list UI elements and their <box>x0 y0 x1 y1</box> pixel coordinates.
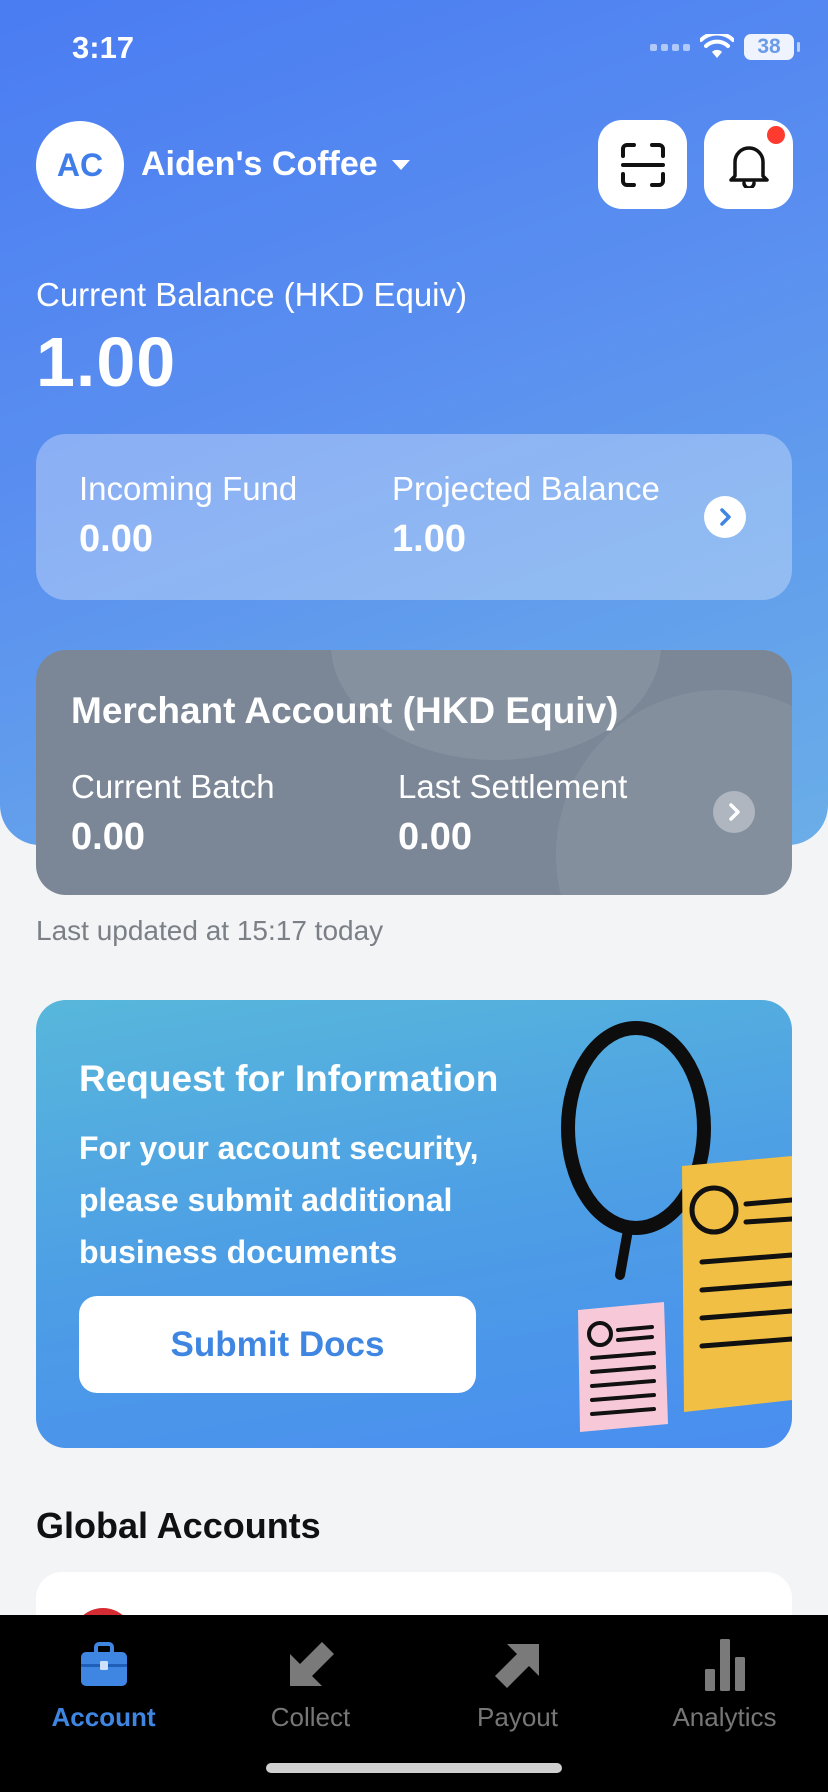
current-batch: Current Batch 0.00 <box>71 768 275 859</box>
last-settlement: Last Settlement 0.00 <box>398 768 627 859</box>
balance-value: 1.00 <box>36 323 177 401</box>
incoming-fund-value: 0.00 <box>79 518 153 560</box>
documents-magnifier-illustration <box>561 1021 792 1432</box>
merchant-account-title: Merchant Account (HKD Equiv) <box>71 690 619 731</box>
home-indicator <box>266 1763 562 1773</box>
chevron-right-icon <box>729 803 740 821</box>
tab-payout-label: Payout <box>477 1702 558 1732</box>
tab-payout[interactable]: Payout <box>414 1635 621 1733</box>
projected-balance-label: Projected Balance <box>392 470 660 507</box>
bell-icon <box>728 145 769 188</box>
scan-button[interactable] <box>598 120 687 209</box>
arrow-down-left-icon <box>289 1642 334 1686</box>
balance-label: Current Balance (HKD Equiv) <box>36 276 467 313</box>
fund-details-chevron[interactable] <box>704 496 746 538</box>
current-batch-label: Current Batch <box>71 768 275 805</box>
request-info-title: Request for Information <box>79 1058 499 1099</box>
incoming-fund: Incoming Fund 0.00 <box>79 470 297 561</box>
tab-analytics-label: Analytics <box>672 1702 777 1732</box>
chevron-right-icon <box>720 508 731 526</box>
submit-docs-button[interactable]: Submit Docs <box>79 1296 476 1393</box>
last-settlement-label: Last Settlement <box>398 768 628 805</box>
global-accounts-title: Global Accounts <box>36 1505 321 1546</box>
incoming-fund-label: Incoming Fund <box>79 470 298 507</box>
merchant-switcher[interactable]: Aiden's Coffee <box>141 145 410 184</box>
merchant-account-card[interactable]: Merchant Account (HKD Equiv) Current Bat… <box>36 650 792 895</box>
fund-summary-card[interactable]: Incoming Fund 0.00 Projected Balance 1.0… <box>36 434 792 600</box>
briefcase-icon <box>80 1642 127 1686</box>
request-info-body: For your account security, please submit… <box>79 1130 479 1270</box>
status-indicators: 38 <box>650 34 800 60</box>
merchant-account-chevron[interactable] <box>713 791 755 833</box>
battery-icon: 38 <box>744 34 800 60</box>
tab-collect-label: Collect <box>270 1702 351 1732</box>
scan-icon <box>620 142 665 187</box>
notifications-button[interactable] <box>704 120 793 209</box>
last-settlement-value: 0.00 <box>398 816 472 858</box>
tab-analytics[interactable]: Analytics <box>621 1635 828 1733</box>
current-batch-value: 0.00 <box>71 816 145 858</box>
wifi-icon <box>700 34 734 58</box>
projected-balance: Projected Balance 1.00 <box>392 470 660 561</box>
last-updated-text: Last updated at 15:17 today <box>36 915 384 946</box>
status-time: 3:17 <box>72 30 135 65</box>
bar-chart-icon <box>704 1639 745 1691</box>
caret-down-icon <box>391 159 410 170</box>
request-info-card: Request for Information For your account… <box>36 1000 792 1448</box>
tab-account[interactable]: Account <box>0 1635 207 1733</box>
arrow-up-right-icon <box>494 1644 539 1688</box>
tab-collect[interactable]: Collect <box>207 1635 414 1733</box>
merchant-name: Aiden's Coffee <box>141 145 378 183</box>
projected-balance-value: 1.00 <box>392 518 466 560</box>
notification-badge <box>767 126 785 144</box>
cellular-signal-icon <box>650 43 690 51</box>
avatar[interactable]: AC <box>36 121 124 209</box>
tab-account-label: Account <box>51 1702 156 1732</box>
